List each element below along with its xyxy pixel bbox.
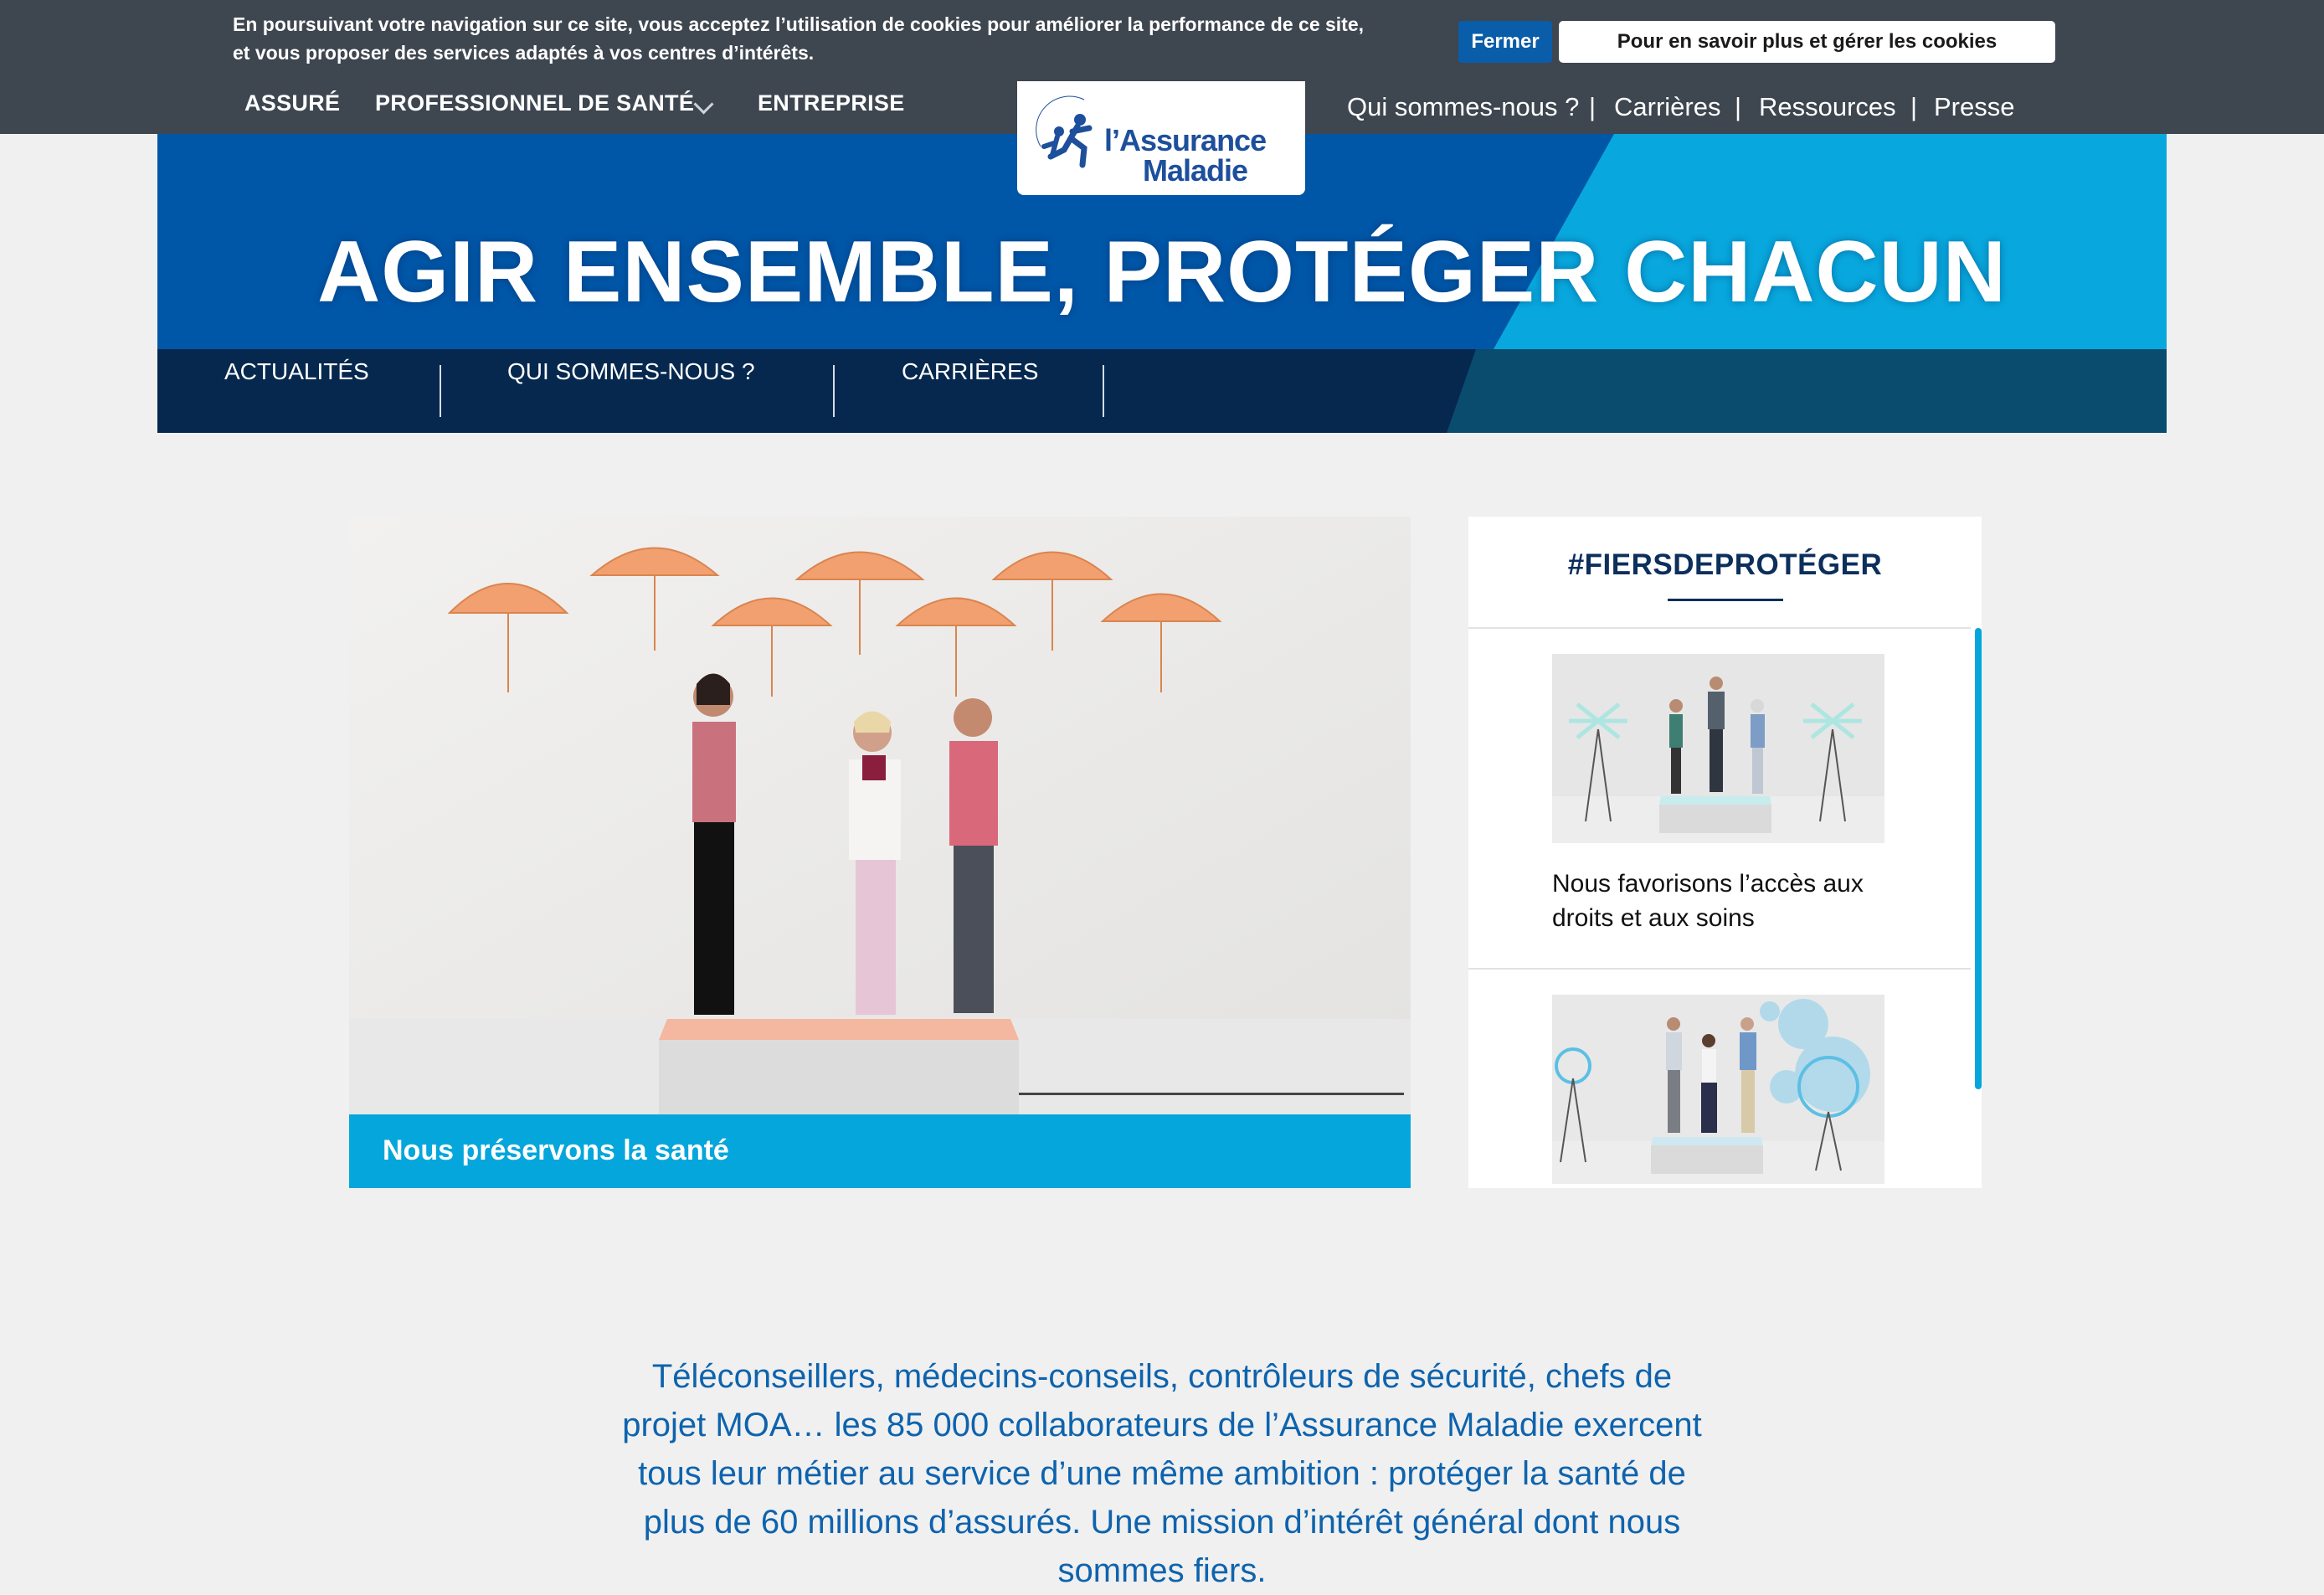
subnav-actualites[interactable]: ACTUALITÉS xyxy=(224,358,369,385)
panel-title-underline xyxy=(1668,599,1783,601)
intro-line-1: Téléconseillers, médecins-conseils, cont… xyxy=(651,1358,1673,1395)
panel-scrollbar[interactable] xyxy=(1975,628,1982,1089)
nav-separator: | xyxy=(1589,92,1596,121)
nav-carrieres[interactable]: Carrières xyxy=(1614,92,1720,122)
nav-assure[interactable]: ASSURÉ xyxy=(244,90,340,116)
cookie-notice-line2: et vous proposer des services adaptés à … xyxy=(233,42,815,64)
intro-paragraph: Téléconseillers, médecins-conseils, cont… xyxy=(536,1352,1788,1595)
logo-figures-icon xyxy=(1036,95,1093,168)
subnav-divider xyxy=(1103,365,1104,417)
intro-line-4: plus de 60 millions d’assurés. Une missi… xyxy=(643,1504,1681,1541)
hero-image xyxy=(349,517,1411,1114)
subnav-divider xyxy=(440,365,441,417)
panel-title: #FIERSDEPROTÉGER xyxy=(1567,548,1883,581)
cookie-notice-line1: En poursuivant votre navigation sur ce s… xyxy=(233,13,1365,35)
panel-item-1-image[interactable] xyxy=(1552,654,1884,843)
fiers-de-proteger-panel: #FIERSDEPROTÉGER Nous favorisons l’accès… xyxy=(1468,517,1982,1188)
nav-ressources[interactable]: Ressources xyxy=(1759,92,1896,122)
subnav-carrieres[interactable]: CARRIÈRES xyxy=(902,358,1038,385)
panel-item-1-photo xyxy=(1552,654,1884,843)
banner-slogan: AGIR ENSEMBLE, PROTÉGER CHACUN xyxy=(317,224,2007,321)
nav-presse[interactable]: Presse xyxy=(1934,92,2014,122)
nav-qui-sommes-nous[interactable]: Qui sommes-nous ? xyxy=(1347,92,1579,122)
cookie-close-button[interactable]: Fermer xyxy=(1458,21,1552,63)
logo-line2: Maladie xyxy=(1143,153,1248,188)
panel-item-2-image[interactable] xyxy=(1552,995,1884,1184)
hero-caption[interactable]: Nous préservons la santé xyxy=(383,1135,729,1167)
cookie-manage-button[interactable]: Pour en savoir plus et gérer les cookies xyxy=(1559,21,2055,63)
panel-item-1-caption-line2[interactable]: droits et aux soins xyxy=(1552,901,1904,935)
intro-line-2: projet MOA… les 85 000 collaborateurs de… xyxy=(622,1407,1702,1443)
intro-line-3: tous leur métier au service d’une même a… xyxy=(638,1455,1686,1492)
panel-divider xyxy=(1468,968,1971,970)
subnav-divider xyxy=(833,365,835,417)
assurance-maladie-logo[interactable]: l’Assurance Maladie xyxy=(1017,81,1305,195)
panel-divider xyxy=(1468,627,1971,629)
panel-item-1-caption[interactable]: Nous favorisons l’accès aux droits et au… xyxy=(1552,867,1904,935)
intro-line-5: sommes fiers. xyxy=(1057,1552,1267,1589)
hero-card[interactable]: Nous préservons la santé xyxy=(349,517,1411,1188)
panel-item-1-caption-line1[interactable]: Nous favorisons l’accès aux xyxy=(1552,867,1904,901)
panel-item-2-photo xyxy=(1552,995,1884,1184)
hero-caption-bar[interactable]: Nous préservons la santé xyxy=(349,1114,1411,1188)
subnav-qui-sommes-nous[interactable]: QUI SOMMES-NOUS ? xyxy=(507,358,755,385)
nav-separator: | xyxy=(1910,92,1918,121)
nav-professionnel-de-sante[interactable]: PROFESSIONNEL DE SANTÉ xyxy=(375,90,694,116)
nav-entreprise[interactable]: ENTREPRISE xyxy=(758,90,905,116)
cookie-notice: En poursuivant votre navigation sur ce s… xyxy=(233,10,1405,67)
nav-separator: | xyxy=(1735,92,1742,121)
chevron-down-icon[interactable] xyxy=(693,94,714,115)
